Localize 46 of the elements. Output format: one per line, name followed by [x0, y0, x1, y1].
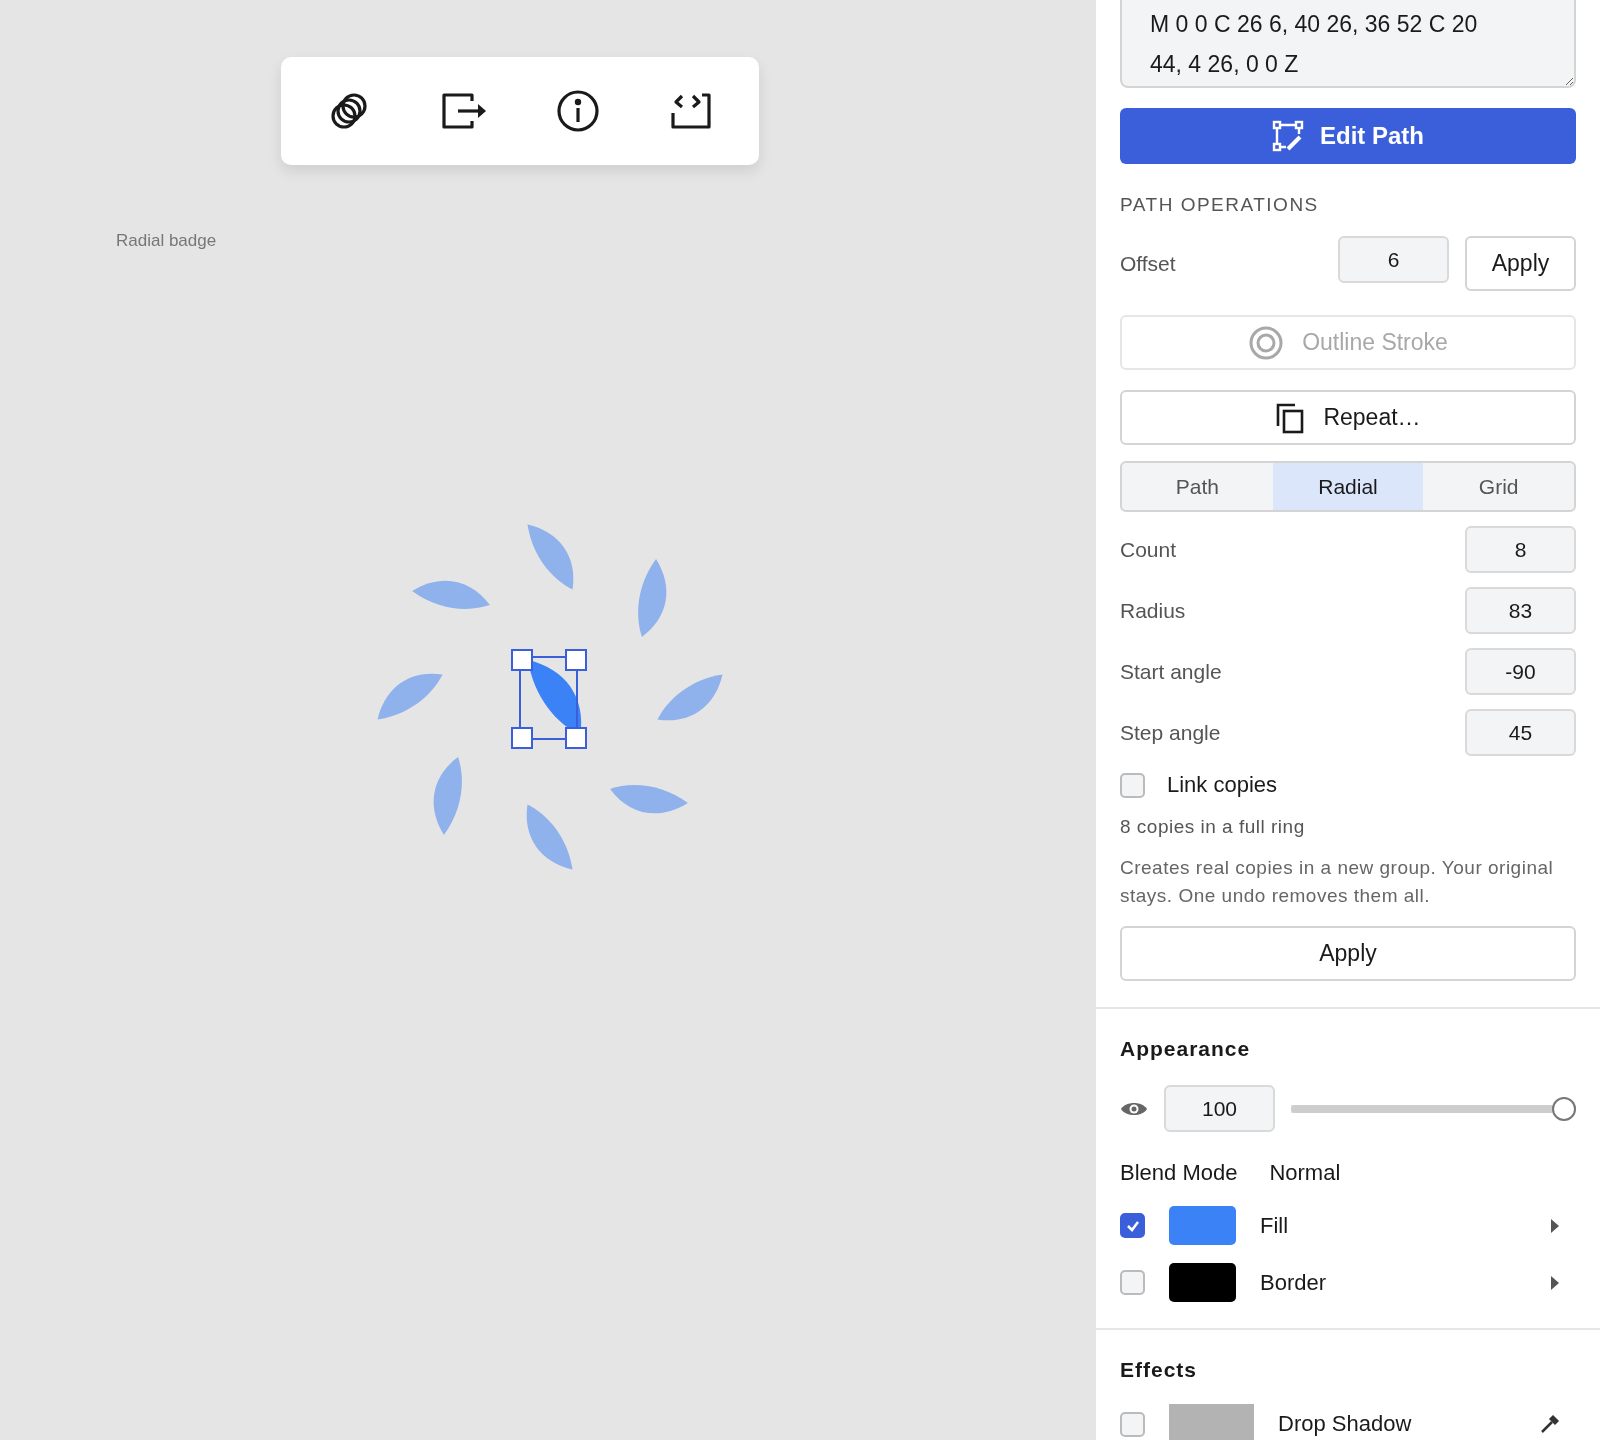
field-label: Count: [1120, 537, 1177, 562]
summary-text: 8 copies in a full ring: [1120, 816, 1306, 838]
section-heading: Effects: [1120, 1358, 1199, 1382]
edit-path-button[interactable]: Edit Path: [1120, 108, 1576, 164]
path-data-field[interactable]: M 0 0 C 26 6, 40 26, 36 52 C 20 44, 4 26, 0 0 Z: [1120, 0, 1576, 88]
copy-icon: [1275, 401, 1306, 434]
mode-tab[interactable]: Path: [1122, 463, 1273, 510]
checkbox[interactable]: [1120, 1411, 1145, 1437]
eyedropper-icon[interactable]: [1540, 1414, 1560, 1434]
effect-label: Drop Shadow: [1278, 1411, 1413, 1437]
checkbox[interactable]: [1120, 1213, 1145, 1238]
number-field[interactable]: 8: [1465, 526, 1576, 573]
checkbox[interactable]: [1120, 1270, 1145, 1295]
mode-tab[interactable]: Radial: [1272, 463, 1424, 510]
opacity-field[interactable]: 100: [1164, 1085, 1275, 1132]
expand-icon[interactable]: [1550, 1274, 1560, 1291]
color-swatch[interactable]: [1169, 1263, 1236, 1302]
paint-label: Border: [1260, 1269, 1328, 1296]
field-label: Start angle: [1120, 659, 1222, 684]
field-label: Offset: [1120, 251, 1176, 276]
offset-field[interactable]: 6: [1338, 236, 1449, 283]
field-label: Radius: [1120, 598, 1186, 623]
section-heading: PATH OPERATIONS: [1120, 194, 1320, 216]
number-field[interactable]: 45: [1465, 709, 1576, 756]
checkbox[interactable]: [1120, 772, 1145, 798]
paint-label: Fill: [1260, 1212, 1290, 1239]
apply-button[interactable]: Apply: [1465, 236, 1576, 291]
selected-petal[interactable]: [511, 649, 587, 749]
edit-path-icon: [1272, 120, 1304, 152]
help-text: Creates real copies in a new group. Your original stays. One undo removes them all.: [1120, 856, 1555, 908]
mode-tab[interactable]: Grid: [1423, 463, 1574, 510]
concentric-circles-icon: [1248, 324, 1285, 361]
blend-mode-value[interactable]: Normal: [1269, 1160, 1341, 1186]
repeat-button[interactable]: Repeat…: [1120, 390, 1576, 445]
section-heading: Appearance: [1120, 1037, 1252, 1061]
field-label: Blend Mode: [1120, 1160, 1238, 1186]
number-field[interactable]: 83: [1465, 587, 1576, 634]
expand-icon[interactable]: [1550, 1217, 1560, 1234]
color-swatch[interactable]: [1169, 1206, 1236, 1245]
field-label: Step angle: [1120, 720, 1221, 745]
checkbox-label: Link copies: [1167, 772, 1278, 798]
slider-thumb[interactable]: [1552, 1096, 1576, 1121]
color-swatch[interactable]: [1169, 1404, 1254, 1440]
artboard-label: Radial badge: [116, 231, 217, 251]
apply-button[interactable]: Apply: [1120, 926, 1576, 981]
number-field[interactable]: -90: [1465, 648, 1576, 695]
